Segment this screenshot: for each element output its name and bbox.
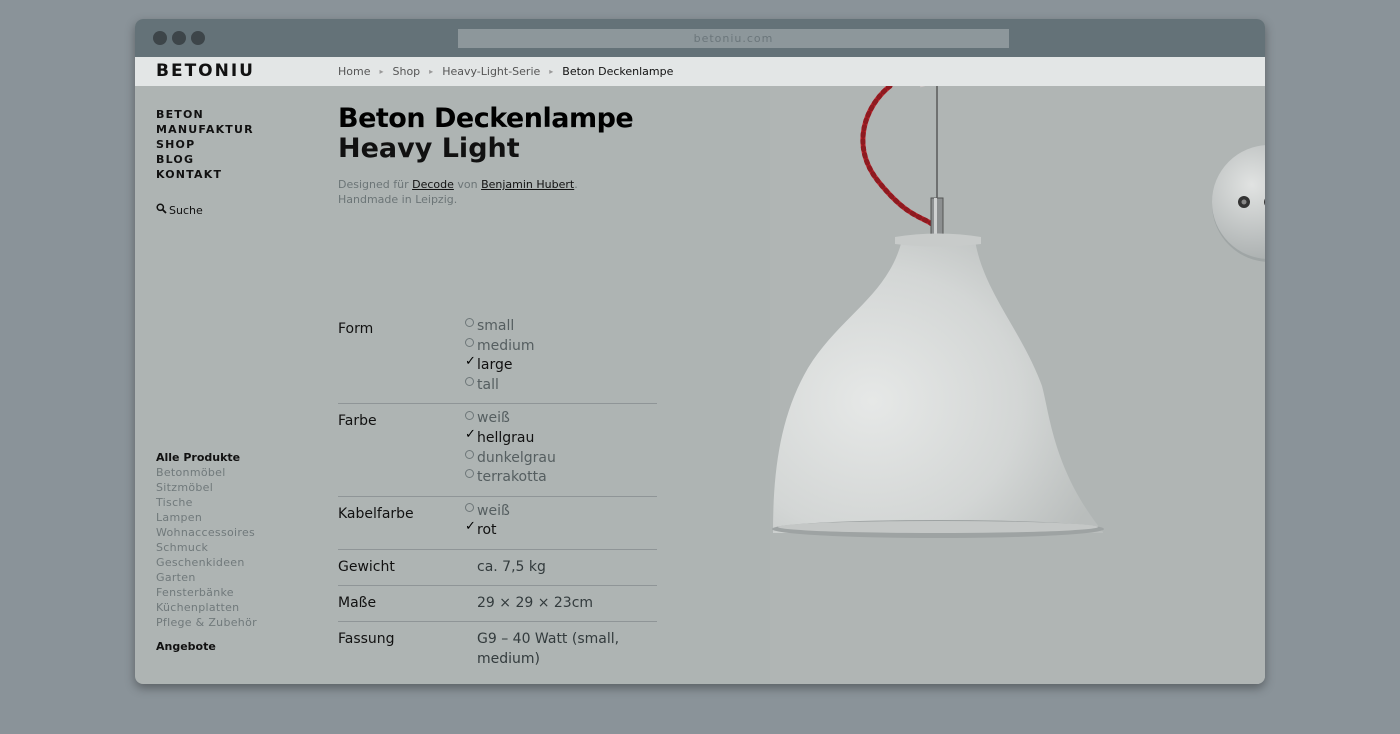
- checkmark-icon: ✓: [465, 426, 476, 442]
- form-option-medium[interactable]: medium: [465, 337, 657, 357]
- radio-icon: [465, 318, 474, 328]
- address-bar[interactable]: betoniu.com: [458, 29, 1009, 48]
- farbe-option-weiss[interactable]: weiß: [465, 409, 657, 429]
- product-specs: Form small medium ✓ large tall Farbe weiß…: [338, 312, 657, 677]
- spec-label: Kabelfarbe: [338, 505, 414, 522]
- close-window-dot[interactable]: [153, 31, 167, 45]
- radio-icon: [465, 337, 474, 347]
- site-header: BETONIU Home ▸ Shop ▸ Heavy-Light-Serie …: [135, 57, 1265, 86]
- breadcrumb-separator-icon: ▸: [429, 67, 434, 76]
- spec-label: Farbe: [338, 413, 377, 430]
- product-credit: Designed für Decode von Benjamin Hubert.…: [338, 177, 578, 207]
- search-link[interactable]: Suche: [156, 203, 203, 217]
- spec-label: Maße: [338, 594, 377, 611]
- category-item[interactable]: Fensterbänke: [156, 585, 257, 600]
- category-offers[interactable]: Angebote: [156, 639, 257, 654]
- browser-titlebar: betoniu.com: [135, 19, 1265, 57]
- credit-handmade: Handmade in Leipzig.: [338, 193, 458, 206]
- spec-label: Gewicht: [338, 558, 395, 575]
- breadcrumb-shop[interactable]: Shop: [393, 65, 421, 78]
- radio-icon: [465, 469, 474, 479]
- maximize-window-dot[interactable]: [191, 31, 205, 45]
- category-item[interactable]: Wohnaccessoires: [156, 525, 257, 540]
- breadcrumb-separator-icon: ▸: [549, 67, 554, 76]
- category-list: Alle Produkte Betonmöbel Sitzmöbel Tisch…: [156, 450, 257, 654]
- site-logo[interactable]: BETONIU: [156, 61, 255, 81]
- nav-manufaktur[interactable]: MANUFAKTUR: [156, 122, 254, 137]
- credit-von: von: [457, 178, 478, 191]
- kabel-option-rot[interactable]: ✓ rot: [465, 519, 657, 541]
- nav-kontakt[interactable]: KONTAKT: [156, 167, 254, 182]
- radio-icon: [465, 377, 474, 387]
- breadcrumb-home[interactable]: Home: [338, 65, 370, 78]
- search-icon: [156, 203, 167, 214]
- product-title: Beton Deckenlampe: [338, 103, 634, 134]
- category-item[interactable]: Geschenkideen: [156, 555, 257, 570]
- spec-value: 29 × 29 × 23cm: [477, 594, 594, 611]
- category-item[interactable]: Schmuck: [156, 540, 257, 555]
- breadcrumb-current: Beton Deckenlampe: [562, 65, 674, 78]
- spec-value: G9 – 40 Watt (small, medium): [477, 630, 620, 667]
- credit-dot: .: [574, 178, 578, 191]
- minimize-window-dot[interactable]: [172, 31, 186, 45]
- category-item[interactable]: Betonmöbel: [156, 465, 257, 480]
- category-item[interactable]: Küchenplatten: [156, 600, 257, 615]
- breadcrumb-series[interactable]: Heavy-Light-Serie: [442, 65, 540, 78]
- nav-shop[interactable]: SHOP: [156, 137, 254, 152]
- spec-form: Form small medium ✓ large tall: [338, 312, 657, 405]
- breadcrumb-separator-icon: ▸: [379, 67, 384, 76]
- radio-icon: [465, 503, 474, 513]
- spec-label: Form: [338, 321, 374, 337]
- product-subtitle: Heavy Light: [338, 133, 520, 164]
- nav-blog[interactable]: BLOG: [156, 152, 254, 167]
- category-item[interactable]: Lampen: [156, 510, 257, 525]
- spec-kabelfarbe: Kabelfarbe weiß ✓ rot: [338, 497, 657, 550]
- spec-masse: Maße 29 × 29 × 23cm: [338, 586, 657, 622]
- spec-label: Fassung: [338, 630, 395, 647]
- form-option-small[interactable]: small: [465, 317, 657, 337]
- spec-fassung: Fassung G9 – 40 Watt (small, medium): [338, 622, 657, 677]
- category-item[interactable]: Pflege & Zubehör: [156, 615, 257, 630]
- farbe-options: weiß ✓ hellgrau dunkelgrau terrakotta: [465, 409, 657, 487]
- spec-farbe: Farbe weiß ✓ hellgrau dunkelgrau terrakot…: [338, 404, 657, 497]
- concrete-lamp-image: [772, 77, 1265, 538]
- form-option-large[interactable]: ✓ large: [465, 353, 657, 376]
- farbe-option-terrakotta[interactable]: terrakotta: [465, 468, 657, 488]
- checkmark-icon: ✓: [465, 519, 476, 535]
- form-options: small medium ✓ large tall: [465, 317, 657, 395]
- credit-prefix: Designed für: [338, 178, 409, 191]
- kabel-option-weiss[interactable]: weiß: [465, 502, 657, 522]
- nav-beton[interactable]: BETON: [156, 107, 254, 122]
- farbe-option-hellgrau[interactable]: ✓ hellgrau: [465, 426, 657, 449]
- spec-gewicht: Gewicht ca. 7,5 kg: [338, 550, 657, 586]
- radio-icon: [465, 449, 474, 459]
- category-all-products[interactable]: Alle Produkte: [156, 450, 257, 465]
- breadcrumb: Home ▸ Shop ▸ Heavy-Light-Serie ▸ Beton …: [338, 65, 673, 78]
- search-label: Suche: [169, 204, 203, 217]
- product-photo: [770, 77, 1265, 684]
- credit-brand-link[interactable]: Decode: [412, 178, 454, 191]
- browser-window: betoniu.com BETONIU Home ▸ Shop ▸ Heavy-…: [135, 19, 1265, 684]
- checkmark-icon: ✓: [465, 353, 476, 369]
- credit-designer-link[interactable]: Benjamin Hubert: [481, 178, 574, 191]
- form-option-tall[interactable]: tall: [465, 376, 657, 396]
- radio-icon: [465, 410, 474, 420]
- category-item[interactable]: Tische: [156, 495, 257, 510]
- main-nav: BETON MANUFAKTUR SHOP BLOG KONTAKT: [156, 107, 254, 182]
- category-item[interactable]: Garten: [156, 570, 257, 585]
- spec-value: ca. 7,5 kg: [477, 558, 546, 575]
- farbe-option-dunkelgrau[interactable]: dunkelgrau: [465, 449, 657, 469]
- kabel-options: weiß ✓ rot: [465, 502, 657, 541]
- category-item[interactable]: Sitzmöbel: [156, 480, 257, 495]
